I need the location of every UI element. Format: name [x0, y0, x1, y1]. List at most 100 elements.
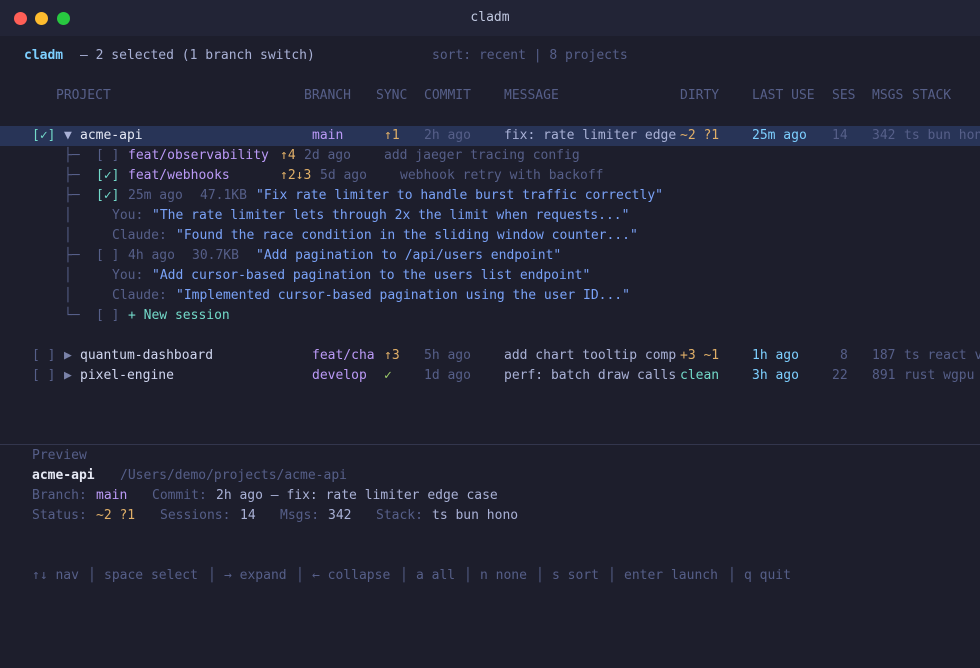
sort-info: sort: recent | 8 projects	[432, 48, 628, 63]
col-branch: BRANCH	[304, 88, 351, 103]
tree-vbar: │	[64, 208, 72, 223]
session-row[interactable]: ├─ [ ] 4h ago 30.7KB "Add pagination to …	[0, 246, 980, 266]
project-name: quantum-dashboard	[80, 348, 214, 363]
project-message: fix: rate limiter edge	[504, 128, 677, 143]
preview-branch-line: Branch: main Commit: 2h ago — fix: rate …	[0, 486, 980, 506]
window-title: cladm	[470, 10, 510, 25]
session-row[interactable]: ├─ [✓] 25m ago 47.1KB "Fix rate limiter …	[0, 186, 980, 206]
branch-sync: ↑4	[280, 148, 296, 163]
col-msgs: MSGS	[872, 88, 904, 103]
key-quit: q quit	[744, 568, 791, 583]
new-session-checkbox[interactable]: [ ]	[96, 306, 119, 326]
tree-connector: ├─	[64, 148, 80, 163]
col-commit: COMMIT	[424, 88, 471, 103]
column-headers: PROJECT BRANCH SYNC COMMIT MESSAGE DIRTY…	[0, 86, 980, 106]
project-checkbox[interactable]: [ ]	[32, 366, 55, 386]
preview-status-label: Status:	[32, 508, 87, 523]
key-separator: │	[208, 568, 216, 583]
key-launch: enter launch	[624, 568, 718, 583]
claude-message: "Found the race condition in the sliding…	[176, 228, 638, 243]
branch-message: add jaeger tracing config	[384, 148, 580, 163]
project-stack: rust wgpu	[904, 368, 975, 383]
claude-label: Claude:	[112, 228, 167, 243]
key-none: n none	[480, 568, 527, 583]
session-you-line: │ You: "The rate limiter lets through 2x…	[0, 206, 980, 226]
project-dirty: +3 ~1	[680, 348, 720, 363]
col-project: PROJECT	[56, 88, 111, 103]
project-msgs: 891	[872, 368, 896, 383]
expand-arrow-icon[interactable]: ▶	[64, 346, 72, 366]
preview-heading: Preview	[32, 448, 87, 463]
you-message: "The rate limiter lets through 2x the li…	[152, 208, 630, 223]
app-name: cladm	[24, 48, 64, 63]
project-commit: 2h ago	[424, 128, 471, 143]
project-row-quantum-dashboard[interactable]: [ ] ▶ quantum-dashboard feat/cha ↑3 5h a…	[0, 346, 980, 366]
key-separator: │	[296, 568, 304, 583]
project-msgs: 187	[872, 348, 896, 363]
col-last-use: LAST USE	[752, 88, 815, 103]
new-session-row[interactable]: └─ [ ] + New session	[0, 306, 980, 326]
collapse-arrow-icon[interactable]: ▼	[64, 126, 72, 146]
project-dirty: clean	[680, 368, 720, 383]
you-label: You:	[112, 268, 144, 283]
branch-message: webhook retry with backoff	[400, 168, 604, 183]
keybinding-bar: ↑↓ nav │ space select │ → expand │ ← col…	[0, 566, 980, 586]
project-sessions: 22	[832, 368, 848, 383]
project-commit: 5h ago	[424, 348, 471, 363]
key-nav: ↑↓ nav	[32, 568, 79, 583]
branch-checkbox[interactable]: [ ]	[96, 146, 119, 166]
terminal-window: cladm cladm — 2 selected (1 branch switc…	[0, 0, 980, 668]
project-branch: feat/cha	[312, 348, 375, 363]
session-claude-line: │ Claude: "Found the race condition in t…	[0, 226, 980, 246]
branch-row[interactable]: ├─ [✓] feat/webhooks ↑2↓3 5d ago webhook…	[0, 166, 980, 186]
session-checkbox[interactable]: [✓]	[96, 186, 119, 206]
key-separator: │	[88, 568, 96, 583]
you-label: You:	[112, 208, 144, 223]
project-last-use: 25m ago	[752, 128, 807, 143]
key-separator: │	[464, 568, 472, 583]
tree-vbar: │	[64, 228, 72, 243]
col-message: MESSAGE	[504, 88, 559, 103]
session-checkbox[interactable]: [ ]	[96, 246, 119, 266]
preview-commit: 2h ago — fix: rate limiter edge case	[216, 488, 498, 503]
preview-status-line: Status: ~2 ?1 Sessions: 14 Msgs: 342 Sta…	[0, 506, 980, 526]
project-message: perf: batch draw calls	[504, 368, 677, 383]
project-checkbox[interactable]: [✓]	[32, 126, 55, 146]
branch-name: feat/webhooks	[128, 168, 230, 183]
preview-branch-label: Branch:	[32, 488, 87, 503]
session-claude-line: │ Claude: "Implemented cursor-based pagi…	[0, 286, 980, 306]
expand-arrow-icon[interactable]: ▶	[64, 366, 72, 386]
key-separator: │	[536, 568, 544, 583]
project-last-use: 1h ago	[752, 348, 799, 363]
branch-row[interactable]: ├─ [ ] feat/observability ↑4 2d ago add …	[0, 146, 980, 166]
project-stack: ts bun hono	[904, 128, 980, 143]
header-line: cladm — 2 selected (1 branch switch) sor…	[0, 46, 980, 66]
key-separator: │	[728, 568, 736, 583]
claude-label: Claude:	[112, 288, 167, 303]
tree-vbar: │	[64, 288, 72, 303]
tree-connector: ├─	[64, 168, 80, 183]
project-row-pixel-engine[interactable]: [ ] ▶ pixel-engine develop ✓ 1d ago perf…	[0, 366, 980, 386]
project-name: acme-api	[80, 128, 143, 143]
project-sync: ↑1	[384, 128, 400, 143]
session-title: "Add pagination to /api/users endpoint"	[256, 248, 562, 263]
key-separator: │	[400, 568, 408, 583]
preview-divider	[0, 444, 980, 445]
col-stack: STACK	[912, 88, 952, 103]
preview-msgs: 342	[328, 508, 352, 523]
preview-title-line: acme-api /Users/demo/projects/acme-api	[0, 466, 980, 486]
col-dirty: DIRTY	[680, 88, 720, 103]
session-when: 4h ago	[128, 248, 175, 263]
branch-checkbox[interactable]: [✓]	[96, 166, 119, 186]
project-row-acme-api[interactable]: [✓] ▼ acme-api main ↑1 2h ago fix: rate …	[0, 126, 980, 146]
project-sessions: 14	[832, 128, 848, 143]
branch-sync: ↑2↓3	[280, 168, 312, 183]
you-message: "Add cursor-based pagination to the user…	[152, 268, 591, 283]
preview-stack: ts bun hono	[432, 508, 519, 523]
project-checkbox[interactable]: [ ]	[32, 346, 55, 366]
session-size: 30.7KB	[192, 248, 239, 263]
preview-heading-line: Preview	[0, 446, 980, 466]
session-size: 47.1KB	[200, 188, 247, 203]
project-name: pixel-engine	[80, 368, 174, 383]
tree-connector: ├─	[64, 248, 80, 263]
